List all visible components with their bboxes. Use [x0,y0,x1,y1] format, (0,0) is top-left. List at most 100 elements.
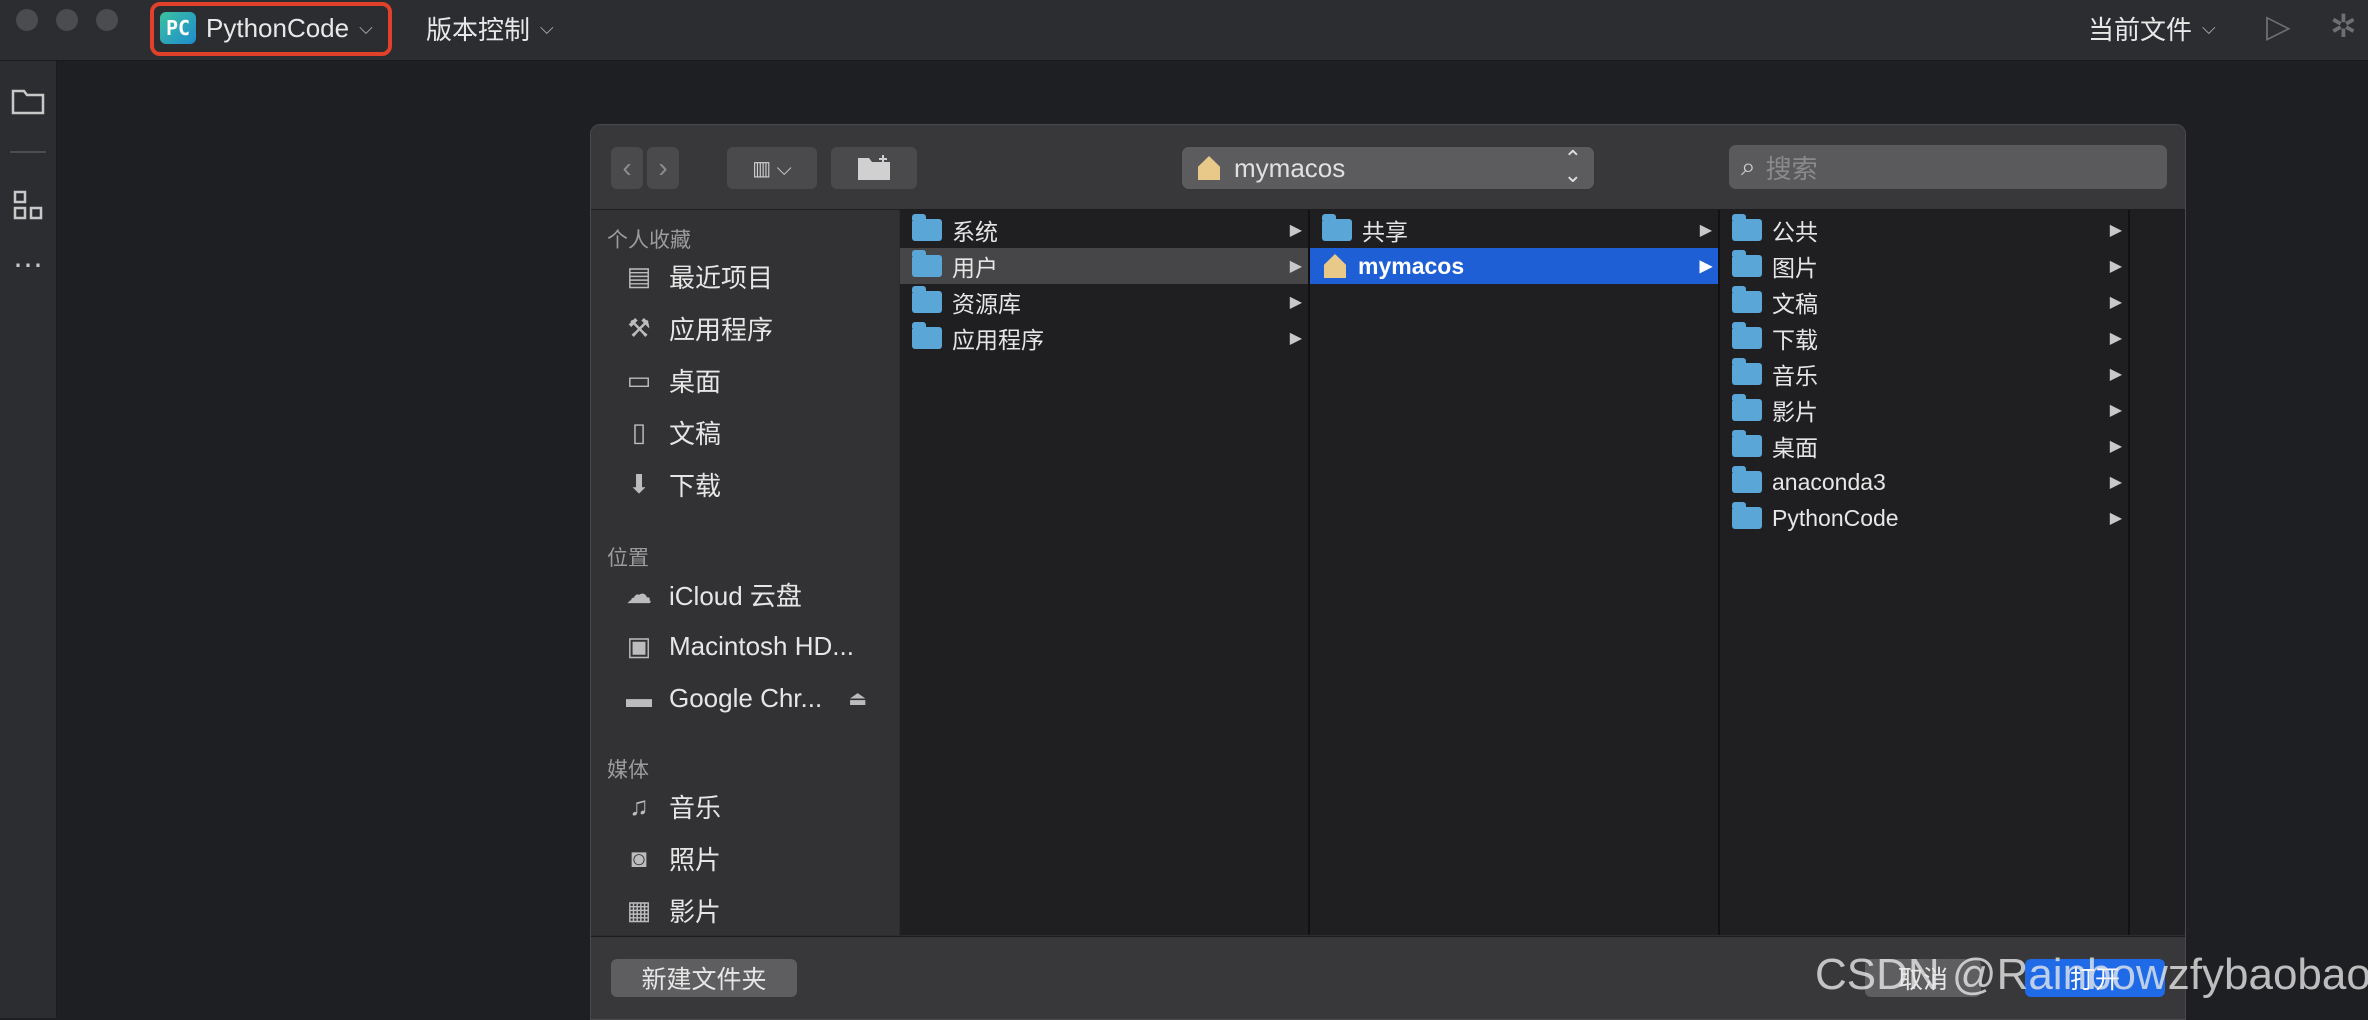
documents-icon: ▯ [631,416,647,447]
list-item[interactable]: 系统 ▶ [900,212,1308,248]
item-label: 系统 [952,219,998,245]
run-config-selector[interactable]: 当前文件 ⌵ [2088,3,2216,53]
structure-icon[interactable] [8,185,48,225]
view-mode-icon[interactable]: ▥ ⌵ [727,147,817,189]
chevron-right-icon: ▶ [2109,474,2122,491]
folder-icon[interactable] [8,81,48,121]
browser-column-2: 共享 ▶ mymacos ▶ [1310,210,1720,935]
browser-column-3: 公共 ▶ 图片 ▶ 文稿 ▶ 下载 ▶ 音乐 ▶ 影片 ▶ 桌面 ▶ anaconda3 ▶ P… [1720,210,2130,935]
list-item[interactable]: 资源库 ▶ [900,284,1308,320]
list-item[interactable]: 桌面 ▶ [1720,428,2128,464]
item-label: 应用程序 [952,327,1044,353]
item-label: anaconda3 [1772,468,1886,495]
sidebar-item-label: 桌面 [669,366,722,397]
home-icon [1324,254,1346,278]
item-label: 公共 [1772,219,1818,245]
close-window-button[interactable] [16,9,38,31]
list-item[interactable]: 图片 ▶ [1720,248,2128,284]
item-label: 音乐 [1772,363,1818,389]
sidebar-item-downloads[interactable]: ⬇ 下载 [621,462,721,506]
sidebar-item-applications[interactable]: ⚒ 应用程序 [621,306,773,350]
drive-icon: ▬ [626,682,652,713]
folder-icon [1732,358,1762,385]
chevron-right-icon: ▶ [2109,258,2122,275]
sidebar-item-photos[interactable]: ◙ 照片 [621,836,721,880]
list-item[interactable]: 下载 ▶ [1720,320,2128,356]
recents-icon: ▤ [626,260,652,291]
sidebar-item-documents[interactable]: ▯ 文稿 [621,410,721,454]
item-label: 用户 [952,255,998,281]
item-label: 文稿 [1772,291,1818,317]
sidebar-item-label: Google Chr... [669,682,823,713]
search-field[interactable]: ⌕ 搜索 [1729,145,2167,189]
back-icon[interactable]: ‹ [611,147,643,189]
list-item[interactable]: 公共 ▶ [1720,212,2128,248]
dialog-toolbar: ‹ › ▥ ⌵ mymacos ⌃ ⌄ ⌕ 搜索 [591,125,2185,210]
zoom-window-button[interactable] [96,9,118,31]
open-file-dialog: ‹ › ▥ ⌵ mymacos ⌃ ⌄ ⌕ 搜索 个人收藏 ▤ 最近项目 ⚒ 应用程序… [590,124,2186,1020]
ide-toolbar: PC PythonCode ⌵ 版本控制 ⌵ 当前文件 ⌵ ▷ ✲ [0,0,2368,61]
item-label: mymacos [1358,252,1465,279]
list-item[interactable]: PythonCode ▶ [1720,500,2128,536]
sidebar-item-label: 最近项目 [669,262,774,293]
home-icon [1198,156,1220,180]
debug-icon[interactable]: ✲ [2330,7,2357,45]
sidebar-item-icloud[interactable]: ☁ iCloud 云盘 [621,572,802,616]
chevron-down-icon: ⌵ [540,17,554,38]
new-folder-button[interactable]: 新建文件夹 [611,959,797,997]
sidebar-item-music[interactable]: ♫ 音乐 [621,784,721,828]
chevron-right-icon: ▶ [2109,294,2122,311]
chevron-right-icon: ▶ [1699,258,1712,275]
eject-icon[interactable]: ⏏ [848,686,867,711]
more-icon[interactable]: ⋯ [8,245,48,285]
item-label: PythonCode [1772,504,1899,531]
list-item[interactable]: 共享 ▶ [1310,212,1718,248]
sidebar-item-google-chrome[interactable]: ▬ Google Chr... ⏏ [621,676,867,720]
sidebar-item-movies[interactable]: ▦ 影片 [621,888,721,932]
list-item[interactable]: 影片 ▶ [1720,392,2128,428]
updown-chevron-icon: ⌃ ⌄ [1563,146,1582,187]
sidebar-item-label: iCloud 云盘 [669,580,802,611]
chevron-right-icon: ▶ [1289,222,1302,239]
item-label: 资源库 [952,291,1021,317]
icloud-icon: ☁ [626,578,652,609]
music-icon: ♫ [629,790,649,821]
finder-sidebar: 个人收藏 ▤ 最近项目 ⚒ 应用程序 ▭ 桌面 ▯ 文稿 ⬇ 下载 位置 ☁ iCloud … [591,210,899,935]
movies-icon: ▦ [626,894,652,925]
tool-window-strip: ⋯ [0,61,57,1018]
photos-icon: ◙ [631,842,647,873]
search-icon: ⌕ [1741,151,1756,181]
vcs-label: 版本控制 [426,14,531,45]
media-header: 媒体 [607,759,649,782]
chevron-right-icon: ▶ [2109,330,2122,347]
run-icon[interactable]: ▷ [2266,7,2291,45]
favorites-header: 个人收藏 [607,229,691,252]
location-selector[interactable]: mymacos ⌃ ⌄ [1182,147,1594,189]
folder-icon [1732,466,1762,493]
new-folder-icon[interactable] [831,147,917,189]
list-item[interactable]: 文稿 ▶ [1720,284,2128,320]
folder-icon [1732,250,1762,277]
project-highlight-box [150,2,392,56]
sidebar-item-recents[interactable]: ▤ 最近项目 [621,254,773,298]
chevron-down-icon: ⌵ [2202,17,2216,38]
list-item[interactable]: anaconda3 ▶ [1720,464,2128,500]
vcs-menu[interactable]: 版本控制 ⌵ [426,3,554,53]
sidebar-item-label: 音乐 [669,792,722,823]
minimize-window-button[interactable] [56,9,78,31]
chevron-right-icon: ▶ [2109,366,2122,383]
list-item[interactable]: mymacos ▶ [1310,248,1718,284]
location-label: mymacos [1234,152,1346,183]
forward-icon[interactable]: › [647,147,679,189]
list-item[interactable]: 音乐 ▶ [1720,356,2128,392]
sidebar-item-desktop[interactable]: ▭ 桌面 [621,358,721,402]
list-item[interactable]: 用户 ▶ [900,248,1308,284]
sidebar-item-macintosh-hd[interactable]: ▣ Macintosh HD... [621,624,854,668]
search-placeholder: 搜索 [1765,153,1818,184]
strip-divider [10,151,46,153]
chevron-right-icon: ▶ [2109,402,2122,419]
folder-icon [912,250,942,277]
sidebar-item-label: Macintosh HD... [669,630,854,661]
list-item[interactable]: 应用程序 ▶ [900,320,1308,356]
browser-column-4 [2130,210,2185,935]
